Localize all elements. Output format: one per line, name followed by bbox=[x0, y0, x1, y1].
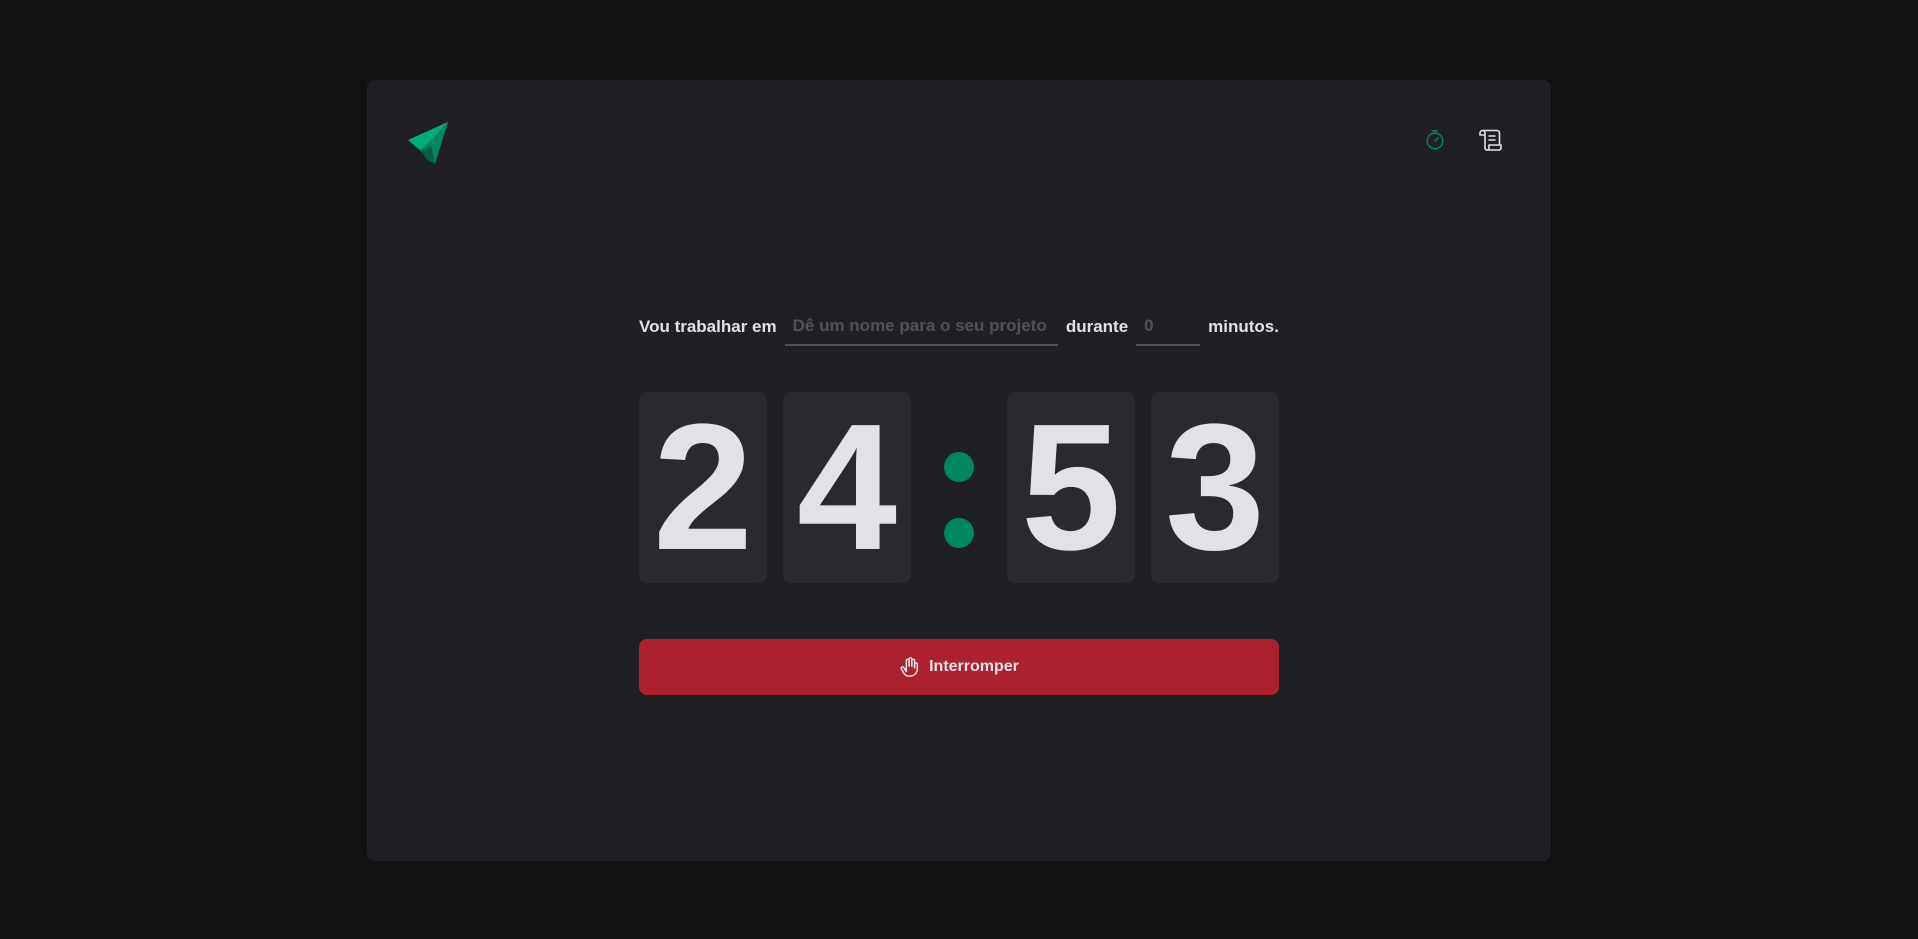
timer-card: Vou trabalhar em durante minutos. 2 4 5 … bbox=[367, 80, 1551, 861]
minutes-amount-input[interactable] bbox=[1136, 308, 1201, 346]
interrupt-button-label: Interromper bbox=[929, 658, 1019, 675]
hand-palm-icon bbox=[900, 657, 919, 677]
minutes-tens-digit: 2 bbox=[639, 392, 767, 583]
timer-icon bbox=[1426, 130, 1444, 150]
during-label: durante bbox=[1065, 317, 1129, 336]
countdown-display: 2 4 5 3 bbox=[639, 392, 1279, 583]
task-form: Vou trabalhar em durante minutos. bbox=[639, 300, 1279, 354]
minutes-ones-digit: 4 bbox=[783, 392, 911, 583]
seconds-ones-digit: 3 bbox=[1151, 392, 1279, 583]
paper-plane-logo-icon bbox=[408, 122, 448, 164]
interrupt-button[interactable]: Interromper bbox=[639, 639, 1279, 695]
scroll-icon bbox=[1479, 129, 1502, 151]
countdown-separator bbox=[943, 452, 975, 552]
separator-dot-top bbox=[944, 452, 974, 482]
minutes-label: minutos. bbox=[1208, 317, 1279, 336]
nav-history-link[interactable] bbox=[1479, 128, 1503, 152]
nav-timer-link[interactable] bbox=[1423, 128, 1447, 152]
header-nav bbox=[1423, 128, 1503, 152]
seconds-tens-digit: 5 bbox=[1007, 392, 1135, 583]
task-input[interactable] bbox=[784, 308, 1058, 346]
task-label: Vou trabalhar em bbox=[639, 317, 777, 336]
separator-dot-bottom bbox=[944, 518, 974, 548]
